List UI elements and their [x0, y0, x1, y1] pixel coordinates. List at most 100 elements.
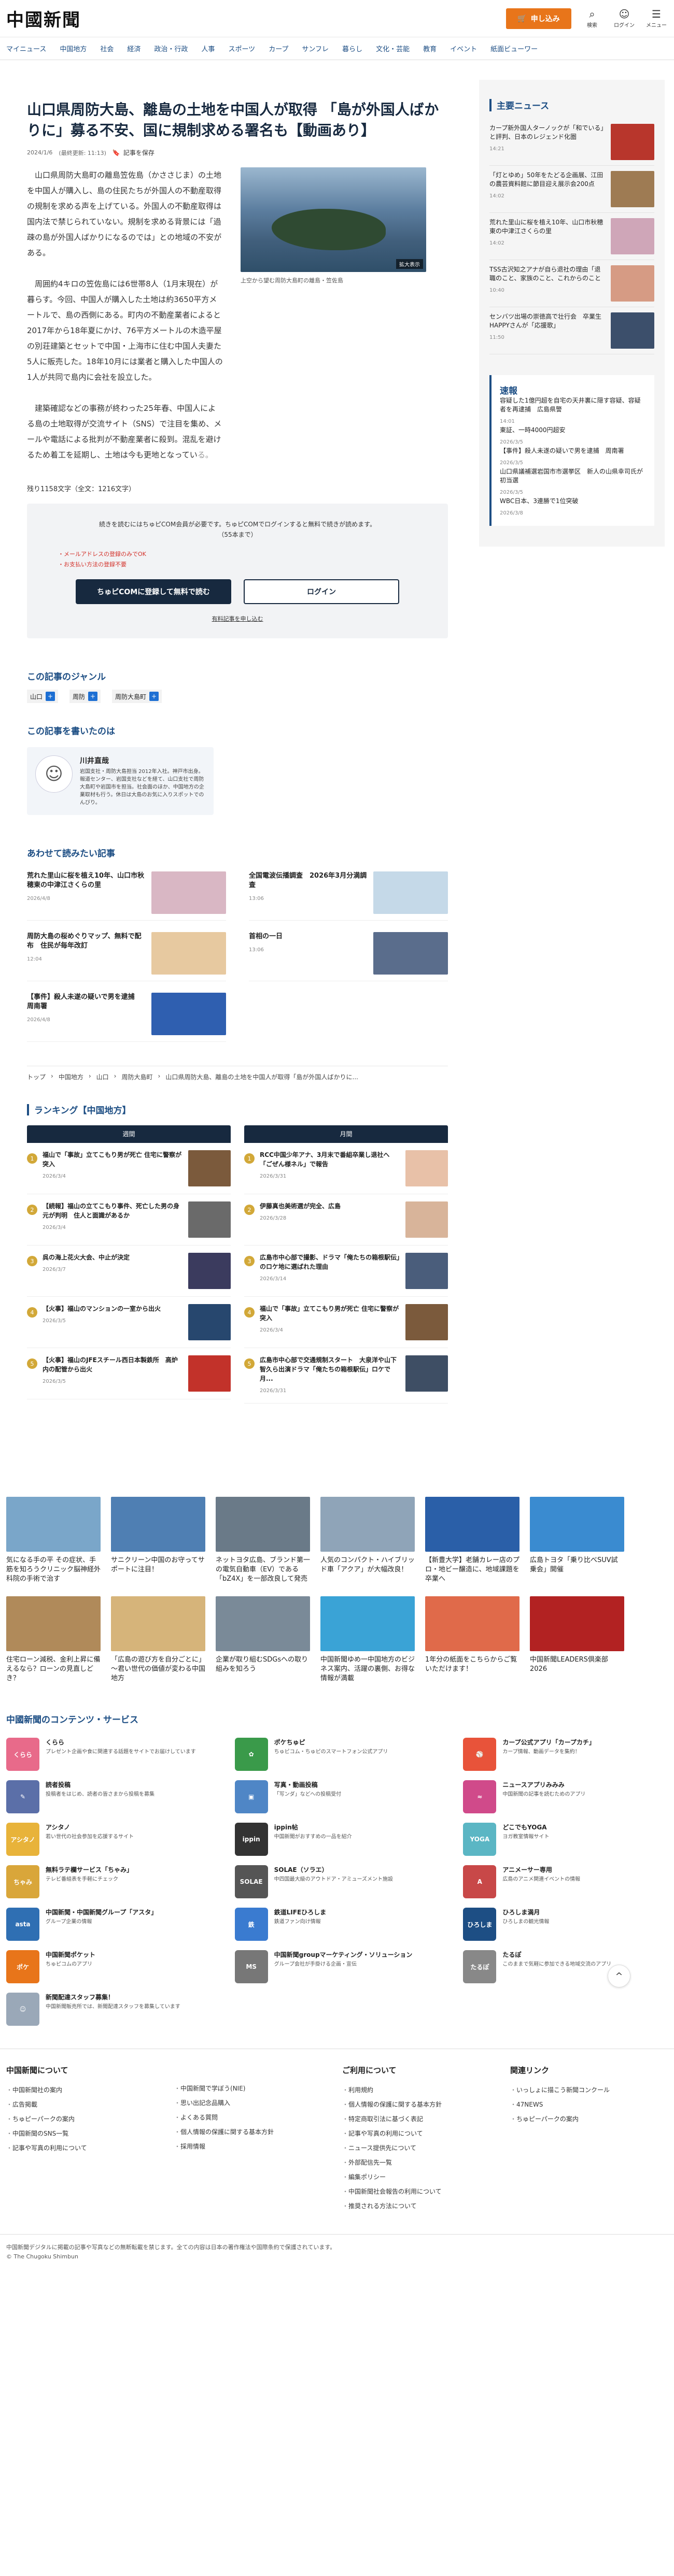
follow-plus-icon[interactable]: +	[88, 692, 98, 701]
ranking-item[interactable]: 4 【火事】福山のマンションの一室から出火 2026/3/5	[27, 1297, 231, 1348]
service-item[interactable]: SOLAE SOLAE（ソラエ） 中四国最大級のアウトドア・アミューズメント施設	[234, 1865, 440, 1898]
feature-card[interactable]: 「広島の遊び方を自分ごとに」～君い世代の価値が変わる中国地方	[111, 1596, 205, 1683]
service-item[interactable]: 鉄鉄道LIFEひろしま 鉄道ファン向け情報	[234, 1908, 440, 1941]
breaking-news-item[interactable]: 【事件】殺人未遂の疑いで男を逮捕 周南署 2026/3/5	[500, 447, 646, 467]
scroll-top-button[interactable]: ^	[608, 1965, 630, 1987]
footer-link[interactable]: 思い出記念品購入	[174, 2096, 332, 2110]
footer-link[interactable]: 編集ポリシー	[342, 2170, 500, 2184]
nav-item[interactable]: 暮らし	[342, 44, 362, 53]
service-item[interactable]: ⚾ カープ公式アプリ「カープカチ」 カープ情報、動画データを集約！	[463, 1738, 668, 1771]
footer-link[interactable]: ニュース提供先について	[342, 2141, 500, 2155]
service-item[interactable]: ポケ 中国新聞ポケット ちゅピコムのアプリ	[6, 1950, 211, 1983]
feature-card[interactable]: 中国新聞LEADERS倶楽部2026	[530, 1596, 624, 1683]
footer-link[interactable]: 推奨される方法について	[342, 2199, 500, 2213]
ranking-item[interactable]: 2 【続報】福山の立てこもり事件、死亡した男の身元が判明 住人と面識があるか 202…	[27, 1194, 231, 1246]
bookmark-button[interactable]: 🔖 記事を保存	[113, 148, 155, 157]
footer-link[interactable]: 外部配信先一覧	[342, 2155, 500, 2170]
footer-link[interactable]: 47NEWS	[510, 2097, 668, 2112]
main-news-item[interactable]: センバツ出場の崇徳高で壮行会 卒業生HAPPYさんが「応援歌」 11:50	[489, 307, 654, 354]
follow-plus-icon[interactable]: +	[149, 692, 159, 701]
menu-button[interactable]: ☰ メニュー	[645, 8, 668, 28]
enlarge-button[interactable]: 拡大表示	[396, 259, 423, 269]
main-news-item[interactable]: 「灯とゆめ」50年をたどる企画展、江田の農芸資料館に節目迎え展示会200点 14:…	[489, 166, 654, 213]
breaking-news-item[interactable]: 東証、一時4000円超安 2026/3/5	[500, 426, 646, 447]
footer-link[interactable]: 特定商取引法に基づく表記	[342, 2112, 500, 2126]
service-item[interactable]: MS 中国新聞groupマーケティング・ソリューション グループ会社が手掛ける企画・…	[234, 1950, 440, 1983]
nav-item[interactable]: 中国地方	[60, 44, 87, 53]
related-article[interactable]: 【事件】殺人未遂の疑いで男を逮捕 周南署 2026/4/8	[27, 993, 226, 1042]
footer-link[interactable]: 個人情報の保護に関する基本方針	[174, 2125, 332, 2139]
breadcrumb-item[interactable]: 周防大島町	[121, 1072, 152, 1081]
ranking-item[interactable]: 3 広島市中心部で撮影、ドラマ「俺たちの箱根駅伝」のロケ地に選ばれた理由 2026/…	[244, 1246, 448, 1297]
feature-card[interactable]: ネットヨタ広島、ブランド第一の電気自動車（EV）である「bZ4X」を一部改良して…	[216, 1497, 310, 1584]
footer-link[interactable]: 中国新聞で学ぼう(NIE)	[174, 2081, 332, 2096]
article-photo[interactable]: 拡大表示	[241, 167, 426, 272]
service-item[interactable]: ippin ippin帖 中国新聞がおすすめの一品を紹介	[234, 1823, 440, 1856]
nav-item[interactable]: 教育	[423, 44, 437, 53]
ranking-item[interactable]: 1 RCC中国少年アナ、3月末で番組卒業し退社へ「ごぜん様ネル」で報告 2026/3…	[244, 1143, 448, 1194]
ranking-item[interactable]: 4 福山で「事故」立てこもり男が死亡 住宅に警察が突入 2026/3/4	[244, 1297, 448, 1348]
related-article[interactable]: 全国電波伝播調査 2026年3月分満調査 13:06	[249, 871, 448, 921]
service-item[interactable]: ✎ 読者投稿 投稿者をはじめ、読者の皆さまから投稿を募集	[6, 1780, 211, 1813]
feature-card[interactable]: 中国新聞ゆめ一中国地方のビジネス案内、活躍の裏側、お得な情報が満載	[320, 1596, 415, 1683]
feature-card[interactable]: 住宅ローン減税、金利上昇に備えるなら？ローンの見直しどき？	[6, 1596, 101, 1683]
breaking-news-item[interactable]: WBC日本、3連勝で1位突破 2026/3/8	[500, 497, 646, 518]
ranking-item[interactable]: 1 福山で「事故」立てこもり男が死亡 住宅に警察が突入 2026/3/4	[27, 1143, 231, 1194]
service-item[interactable]: ☺ 新聞配達スタッフ募集！ 中国新聞販売所では、新聞配達スタッフを募集しています	[6, 1993, 211, 2026]
follow-plus-icon[interactable]: +	[46, 692, 55, 701]
service-item[interactable]: ちゃみ 無料ラテ欄サービス「ちゃみ」 テレビ番組表を手軽にチェック	[6, 1865, 211, 1898]
ranking-item[interactable]: 3 呉の海上花火大会、中止が決定 2026/3/7	[27, 1246, 231, 1297]
paid-article-link[interactable]: 有料記事を申し込む	[48, 614, 427, 623]
service-item[interactable]: ✿ ポケちゅピ ちゅピコム・ちゅピのスマートフォン公式アプリ	[234, 1738, 440, 1771]
genre-tag[interactable]: 周防 +	[69, 690, 101, 703]
register-button[interactable]: ちゅピCOMに登録して無料で読む	[76, 579, 231, 604]
feature-card[interactable]: 【新豊大学】老舗カレー店のプロ・地ビー醸造に、地域課題を卒業へ	[425, 1497, 519, 1584]
paywall-login-button[interactable]: ログイン	[244, 579, 399, 604]
main-news-item[interactable]: カープ新外国人ターノックが「和でいる」と評判、日本のレジェンド化圏 14:21	[489, 119, 654, 166]
service-item[interactable]: ▣ 写真・動画投稿 「写ンダ」などへの投稿受付	[234, 1780, 440, 1813]
nav-item[interactable]: イベント	[450, 44, 477, 53]
service-item[interactable]: くらら くらら プレゼント企画や食に関連する話題をサイトでお届けしています	[6, 1738, 211, 1771]
footer-link[interactable]: いっしょに描こう新聞コンクール	[510, 2083, 668, 2097]
footer-link[interactable]: 記事や写真の利用について	[342, 2126, 500, 2141]
related-article[interactable]: 荒れた里山に桜を植え10年、山口市秋穂東の中津江さくらの里 2026/4/8	[27, 871, 226, 921]
footer-link[interactable]: 中国新聞社の案内	[6, 2083, 164, 2097]
feature-card[interactable]: 気になる手の平 その症状、手筋を知ろうクリニック脳神経外科院の手術で治す	[6, 1497, 101, 1584]
tab-monthly[interactable]: 月間	[244, 1125, 448, 1143]
nav-item[interactable]: スポーツ	[228, 44, 255, 53]
nav-item[interactable]: 紙面ビューワー	[490, 44, 538, 53]
genre-tag[interactable]: 山口 +	[27, 690, 59, 703]
footer-link[interactable]: 広告掲載	[6, 2097, 164, 2112]
footer-link[interactable]: ちゅピーパークの案内	[6, 2112, 164, 2126]
footer-link[interactable]: 個人情報の保護に関する基本方針	[342, 2097, 500, 2112]
breadcrumb-item[interactable]: 中国地方	[59, 1072, 83, 1081]
feature-card[interactable]: 1年分の紙面をこちらからご覧いただけます！	[425, 1596, 519, 1683]
footer-link[interactable]: 記事や写真の利用について	[6, 2141, 164, 2155]
ranking-item[interactable]: 5 【火事】福山のJFEスチール西日本製鉄所 高炉内の配管から出火 2026/3/5	[27, 1348, 231, 1399]
footer-link[interactable]: 利用規約	[342, 2083, 500, 2097]
nav-item[interactable]: 経済	[127, 44, 141, 53]
footer-link[interactable]: 中国新聞社会報告の利用について	[342, 2184, 500, 2199]
related-article[interactable]: 周防大島の桜めぐりマップ、無料で配布 住民が毎年改訂 12:04	[27, 932, 226, 981]
service-item[interactable]: asta 中国新聞・中国新聞グループ「アスタ」 グループ企業の情報	[6, 1908, 211, 1941]
nav-item[interactable]: マイニュース	[6, 44, 46, 53]
feature-card[interactable]: 広島トヨタ「乗り比べSUV試乗会」開催	[530, 1497, 624, 1584]
tab-weekly[interactable]: 週間	[27, 1125, 231, 1143]
nav-item[interactable]: 社会	[100, 44, 114, 53]
nav-item[interactable]: 人事	[201, 44, 215, 53]
subscribe-button[interactable]: 🛒 申し込み	[506, 8, 571, 29]
footer-link[interactable]: 中国新聞のSNS一覧	[6, 2126, 164, 2141]
nav-item[interactable]: 政治・行政	[154, 44, 188, 53]
footer-link[interactable]: 採用情報	[174, 2139, 332, 2154]
main-news-item[interactable]: 荒れた里山に桜を植え10年、山口市秋穂東の中津江さくらの里 14:02	[489, 213, 654, 260]
writer-card[interactable]: ☺ 川井直哉 岩国支社・周防大島担当 2012年入社。神戸市出身。報道センター、…	[27, 747, 214, 815]
service-item[interactable]: たるぽ たるぽ このままで気軽に参加できる地域交流のアプリ	[463, 1950, 668, 1983]
main-news-item[interactable]: TSS古沢知之アナが自ら退社の理由「退職のこと、家族のこと、これからのこと 10:…	[489, 260, 654, 307]
service-item[interactable]: アシタノ アシタノ 若い世代の社会参加を応援するサイト	[6, 1823, 211, 1856]
breaking-news-item[interactable]: 山口県議補選岩国市市選挙区 新人の山県幸司氏が初当選 2026/3/5	[500, 467, 646, 497]
site-logo[interactable]: 中國新聞	[6, 6, 81, 31]
service-item[interactable]: ひろしま ひろしま満月 ひろしまの観光情報	[463, 1908, 668, 1941]
genre-tag[interactable]: 周防大島町 +	[112, 690, 162, 703]
login-button[interactable]: ☺ ログイン	[613, 8, 636, 28]
related-article[interactable]: 首相の一日 13:06	[249, 932, 448, 981]
